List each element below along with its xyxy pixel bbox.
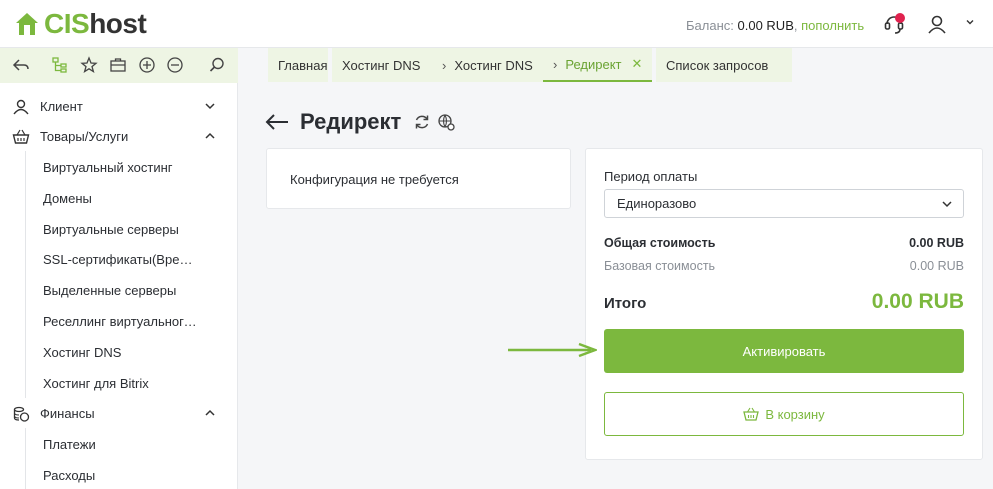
config-text: Конфигурация не требуется bbox=[290, 172, 459, 187]
topup-link[interactable]: пополнить bbox=[801, 18, 864, 33]
sidebar-tree-line bbox=[25, 428, 26, 489]
total-cost-row: Общая стоимость 0.00 RUB bbox=[604, 236, 964, 250]
user-icon bbox=[13, 99, 29, 115]
total-cost-value: 0.00 RUB bbox=[909, 236, 964, 250]
logo-suffix: host bbox=[89, 8, 147, 39]
briefcase-icon[interactable] bbox=[109, 56, 127, 74]
order-card: Период оплаты Единоразово Общая стоимост… bbox=[585, 148, 983, 460]
refresh-icon[interactable] bbox=[413, 113, 431, 131]
add-to-cart-button[interactable]: В корзину bbox=[604, 392, 964, 436]
chevron-down-icon[interactable] bbox=[965, 17, 975, 27]
sidebar-item-expenses[interactable]: Расходы bbox=[43, 468, 203, 483]
tab-label: Главная bbox=[278, 57, 328, 73]
remove-icon[interactable] bbox=[166, 56, 184, 74]
tab-label: Хостинг DNS bbox=[342, 57, 421, 73]
tab-dns-hosting-2[interactable]: › Хостинг DNS bbox=[432, 48, 550, 82]
add-icon[interactable] bbox=[138, 56, 156, 74]
tab-label: Редирект bbox=[565, 56, 622, 72]
tabs-bar: Главная Хостинг DNS › Хостинг DNS › Реди… bbox=[238, 48, 993, 83]
base-cost-label: Базовая стоимость bbox=[604, 259, 716, 273]
sidebar-group-label: Клиент bbox=[40, 99, 83, 114]
chevron-down-icon bbox=[942, 201, 952, 208]
sidebar-item-payments[interactable]: Платежи bbox=[43, 437, 203, 452]
sidebar-item-vps[interactable]: Виртуальные серверы bbox=[43, 222, 203, 237]
itogo-label: Итого bbox=[604, 295, 647, 312]
sidebar: Клиент Товары/Услуги Виртуальный хостинг… bbox=[0, 83, 238, 489]
tab-request-list[interactable]: Список запросов bbox=[656, 48, 792, 82]
payment-period-label: Период оплаты bbox=[604, 169, 698, 184]
tab-redirect[interactable]: › Редирект ✕ bbox=[543, 48, 652, 82]
logo-prefix: CIS bbox=[44, 8, 90, 39]
sidebar-group-label: Финансы bbox=[40, 406, 95, 421]
notification-badge bbox=[895, 13, 905, 23]
logo[interactable]: CIShost bbox=[14, 8, 147, 39]
sidebar-group-label: Товары/Услуги bbox=[40, 129, 129, 144]
total-cost-label: Общая стоимость bbox=[604, 236, 716, 250]
chevron-right-icon: › bbox=[442, 57, 447, 73]
sidebar-tree-line bbox=[25, 151, 26, 398]
base-cost-value: 0.00 RUB bbox=[909, 259, 964, 273]
back-arrow-icon[interactable] bbox=[264, 112, 290, 132]
sidebar-item-ssl[interactable]: SSL-сертификаты(Временно не доступно) bbox=[43, 252, 198, 267]
tab-label: Список запросов bbox=[666, 57, 769, 73]
tab-label: Хостинг DNS bbox=[454, 57, 533, 73]
add-to-cart-label: В корзину bbox=[765, 406, 825, 422]
toolbar bbox=[0, 48, 238, 83]
sidebar-item-reseller[interactable]: Реселлинг виртуального хостинга bbox=[43, 314, 198, 329]
globe-settings-icon[interactable] bbox=[437, 113, 455, 131]
sidebar-item-bitrix[interactable]: Хостинг для Bitrix bbox=[43, 376, 203, 391]
search-icon[interactable] bbox=[208, 56, 226, 74]
star-icon[interactable] bbox=[80, 56, 98, 74]
house-icon bbox=[16, 13, 38, 35]
tab-dns-hosting[interactable]: Хостинг DNS bbox=[332, 48, 439, 82]
page-title: Редирект bbox=[300, 109, 402, 134]
balance-label: Баланс: bbox=[686, 18, 734, 33]
coins-icon bbox=[13, 406, 30, 422]
activate-button[interactable]: Активировать bbox=[604, 329, 964, 373]
payment-period-value: Единоразово bbox=[617, 196, 697, 211]
chevron-right-icon: › bbox=[553, 56, 558, 72]
base-cost-row: Базовая стоимость 0.00 RUB bbox=[604, 259, 964, 273]
page-header: Редирект bbox=[264, 106, 461, 138]
sidebar-group-products[interactable]: Товары/Услуги bbox=[0, 121, 238, 151]
sidebar-item-dedicated[interactable]: Выделенные серверы bbox=[43, 283, 203, 298]
annotation-arrow-icon bbox=[508, 342, 597, 358]
payment-period-select[interactable]: Единоразово bbox=[604, 189, 964, 218]
chevron-up-icon bbox=[205, 132, 215, 139]
chevron-up-icon bbox=[205, 409, 215, 416]
sidebar-item-virtual-hosting[interactable]: Виртуальный хостинг bbox=[43, 160, 203, 175]
basket-icon bbox=[743, 407, 760, 421]
sidebar-item-domains[interactable]: Домены bbox=[43, 191, 203, 206]
balance: Баланс: 0.00 RUB, пополнить bbox=[686, 18, 865, 33]
chevron-down-icon bbox=[205, 103, 215, 110]
sidebar-group-finance[interactable]: Финансы bbox=[0, 398, 238, 428]
back-icon[interactable] bbox=[12, 56, 30, 74]
itogo-value: 0.00 RUB bbox=[871, 290, 964, 313]
top-header: CIShost Баланс: 0.00 RUB, пополнить bbox=[0, 0, 993, 48]
basket-icon bbox=[12, 129, 30, 144]
user-icon[interactable] bbox=[926, 13, 948, 35]
tab-home[interactable]: Главная bbox=[268, 48, 328, 82]
config-card: Конфигурация не требуется bbox=[266, 148, 571, 209]
tree-icon[interactable] bbox=[51, 56, 69, 74]
sidebar-group-client[interactable]: Клиент bbox=[0, 91, 238, 121]
sidebar-item-dns-hosting[interactable]: Хостинг DNS bbox=[43, 345, 203, 360]
balance-value: 0.00 RUB bbox=[737, 18, 794, 33]
close-icon[interactable]: ✕ bbox=[631, 56, 642, 72]
